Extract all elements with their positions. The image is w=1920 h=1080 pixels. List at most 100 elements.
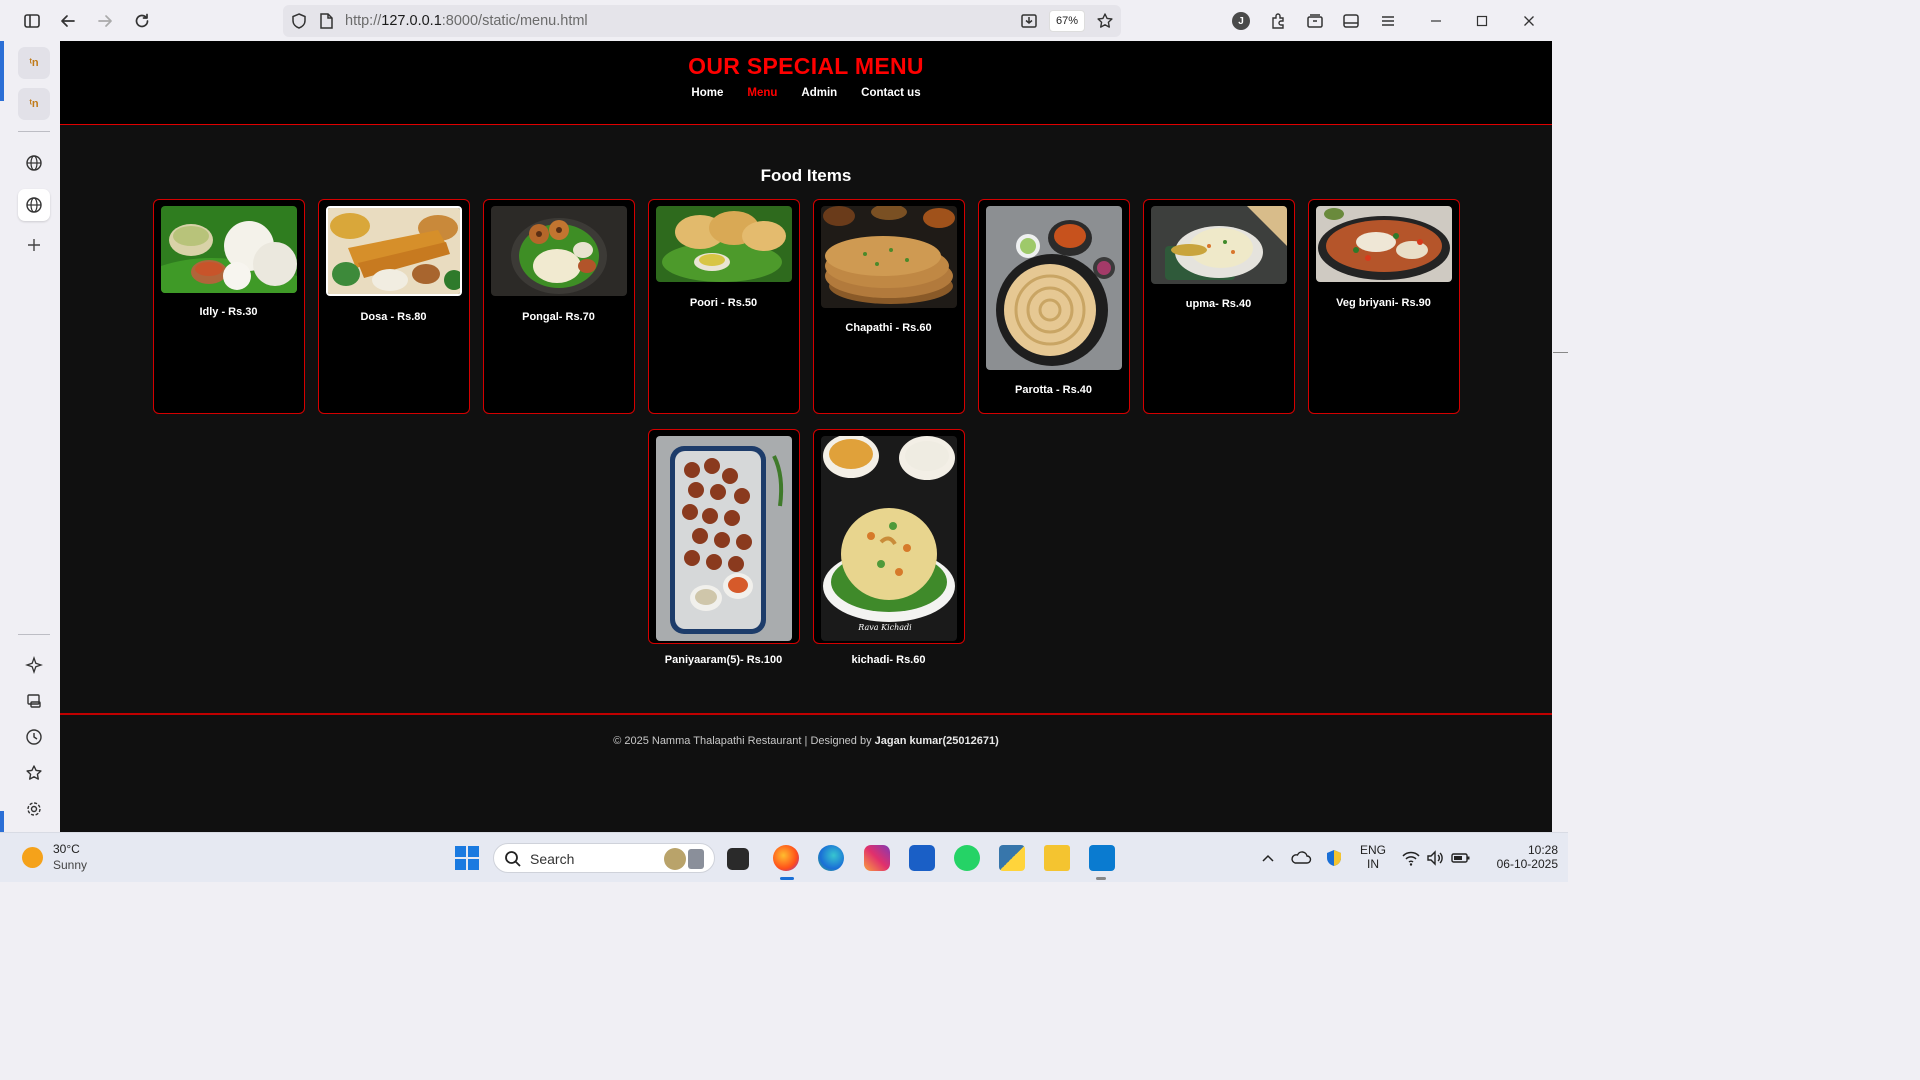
battery-icon[interactable]: [1450, 848, 1472, 868]
whatsapp-icon[interactable]: [954, 845, 980, 871]
food-card-poori[interactable]: Poori - Rs.50: [648, 199, 800, 414]
nav-admin-link[interactable]: Admin: [801, 87, 837, 99]
globe-icon[interactable]: [18, 147, 50, 179]
food-image-chapathi: [821, 206, 957, 308]
sidebar-divider: [18, 131, 50, 132]
search-label: Search: [530, 851, 575, 867]
instagram-icon[interactable]: [864, 845, 890, 871]
food-caption: Pongal- Rs.70: [522, 311, 595, 323]
food-caption: Paniyaaram(5)- Rs.100: [664, 654, 783, 666]
food-card-idly[interactable]: Idly - Rs.30: [153, 199, 305, 414]
site-header: OUR SPECIAL MENU Home Menu Admin Contact…: [60, 41, 1552, 125]
onedrive-cloud-icon[interactable]: [1290, 848, 1312, 868]
food-caption: Chapathi - Rs.60: [845, 322, 932, 334]
sidebar-tab-second[interactable]: ᵗn: [18, 88, 50, 120]
food-card-veg-briyani[interactable]: Veg briyani- Rs.90: [1308, 199, 1460, 414]
settings-gear-icon[interactable]: [18, 793, 50, 825]
food-image-paniyaaram: [656, 436, 792, 641]
shield-icon[interactable]: [286, 8, 312, 34]
edge-icon[interactable]: [818, 845, 844, 871]
sidebar-edge: [0, 41, 4, 832]
site-favicon: ᵗn: [29, 98, 39, 110]
download-page-icon[interactable]: [1016, 8, 1042, 34]
food-caption: Poori - Rs.50: [689, 297, 758, 309]
maximize-icon[interactable]: [1469, 8, 1495, 34]
minimize-icon[interactable]: [1423, 8, 1449, 34]
nav-menu-link[interactable]: Menu: [747, 87, 777, 99]
nav-home-link[interactable]: Home: [691, 87, 723, 99]
windows-start-icon[interactable]: [454, 845, 480, 871]
svg-text:Rava Kichadi: Rava Kichadi: [857, 623, 912, 632]
firefox-icon[interactable]: [773, 845, 799, 871]
food-image-upma: [1151, 206, 1287, 284]
food-card-parotta[interactable]: Parotta - Rs.40: [978, 199, 1130, 414]
bookmark-star-icon[interactable]: [1092, 8, 1118, 34]
task-view-icon[interactable]: [727, 848, 749, 870]
site-footer: © 2025 Namma Thalapathi Restaurant | Des…: [613, 735, 999, 747]
menu-hamburger-icon[interactable]: [1375, 8, 1401, 34]
security-shield-icon[interactable]: [1324, 848, 1344, 868]
forward-icon[interactable]: [92, 8, 118, 34]
food-image-idly: [161, 206, 297, 293]
web-page: OUR SPECIAL MENU Home Menu Admin Contact…: [60, 41, 1552, 832]
sidebar-tab-menu[interactable]: ᵗn: [18, 47, 50, 79]
sidebar-toggle-icon[interactable]: [19, 8, 45, 34]
food-image-dosa: [326, 206, 462, 296]
extensions-icon[interactable]: [1265, 8, 1291, 34]
containers-icon[interactable]: [1302, 8, 1328, 34]
globe-icon-active[interactable]: [18, 189, 50, 221]
search-icon: [505, 851, 521, 867]
chevron-up-icon[interactable]: [1258, 848, 1278, 868]
windows-taskbar: 30°C Sunny Search ENG IN 10:28 06-10-2025: [0, 832, 1568, 882]
weather-temperature[interactable]: 30°C: [53, 842, 80, 856]
file-explorer-icon[interactable]: [1044, 845, 1070, 871]
scrollbar-marker[interactable]: [1553, 352, 1568, 353]
food-card-chapathi[interactable]: Chapathi - Rs.60: [813, 199, 965, 414]
weather-condition[interactable]: Sunny: [53, 858, 87, 872]
ai-sparkle-icon[interactable]: [18, 649, 50, 681]
nav-contact-link[interactable]: Contact us: [861, 87, 920, 99]
food-card-dosa[interactable]: Dosa - Rs.80: [318, 199, 470, 414]
synced-tabs-icon[interactable]: [18, 685, 50, 717]
page-info-icon[interactable]: [313, 8, 339, 34]
designer-name: Jagan kumar(25012671): [874, 735, 999, 747]
browser-toolbar: http://127.0.0.1:8000/static/menu.html 6…: [0, 0, 1568, 41]
wifi-icon[interactable]: [1401, 848, 1421, 868]
food-card-pongal[interactable]: Pongal- Rs.70: [483, 199, 635, 414]
food-card-paniyaaram[interactable]: Paniyaaram(5)- Rs.100: [648, 429, 800, 666]
taskbar-search-input[interactable]: Search: [493, 843, 715, 873]
active-app-indicator: [780, 877, 794, 880]
new-tab-plus-icon[interactable]: [18, 229, 50, 261]
site-favicon: ᵗn: [29, 57, 39, 69]
store-icon[interactable]: [909, 845, 935, 871]
back-icon[interactable]: [55, 8, 81, 34]
reader-view-icon[interactable]: [1338, 8, 1364, 34]
food-image-poori: [656, 206, 792, 282]
address-bar[interactable]: http://127.0.0.1:8000/static/menu.html 6…: [283, 5, 1121, 37]
url-text[interactable]: http://127.0.0.1:8000/static/menu.html: [345, 13, 588, 29]
sun-weather-icon[interactable]: [22, 847, 43, 868]
vscode-icon[interactable]: [1089, 845, 1115, 871]
zoom-level-badge[interactable]: 67%: [1049, 10, 1085, 32]
system-clock[interactable]: 10:28 06-10-2025: [1478, 843, 1558, 871]
food-caption: Veg briyani- Rs.90: [1336, 297, 1431, 309]
food-card-upma[interactable]: upma- Rs.40: [1143, 199, 1295, 414]
sidebar-divider: [18, 634, 50, 635]
food-image-veg-briyani: [1316, 206, 1452, 282]
food-image-parotta: [986, 206, 1122, 370]
food-caption: Parotta - Rs.40: [1014, 384, 1093, 396]
site-title: OUR SPECIAL MENU: [688, 53, 924, 79]
account-avatar[interactable]: J: [1228, 8, 1254, 34]
language-indicator[interactable]: ENG IN: [1356, 843, 1390, 871]
bookmarks-star-icon[interactable]: [18, 757, 50, 789]
running-app-indicator: [1096, 877, 1106, 880]
close-window-icon[interactable]: [1516, 8, 1542, 34]
food-image-kichadi: Rava Kichadi: [821, 436, 957, 641]
search-highlight-image: [688, 849, 704, 869]
volume-icon[interactable]: [1425, 848, 1445, 868]
reload-icon[interactable]: [129, 8, 155, 34]
python-icon[interactable]: [999, 845, 1025, 871]
history-clock-icon[interactable]: [18, 721, 50, 753]
browser-sidebar: ᵗn ᵗn: [0, 41, 60, 832]
food-card-kichadi[interactable]: Rava Kichadi kichadi- Rs.60: [813, 429, 965, 666]
